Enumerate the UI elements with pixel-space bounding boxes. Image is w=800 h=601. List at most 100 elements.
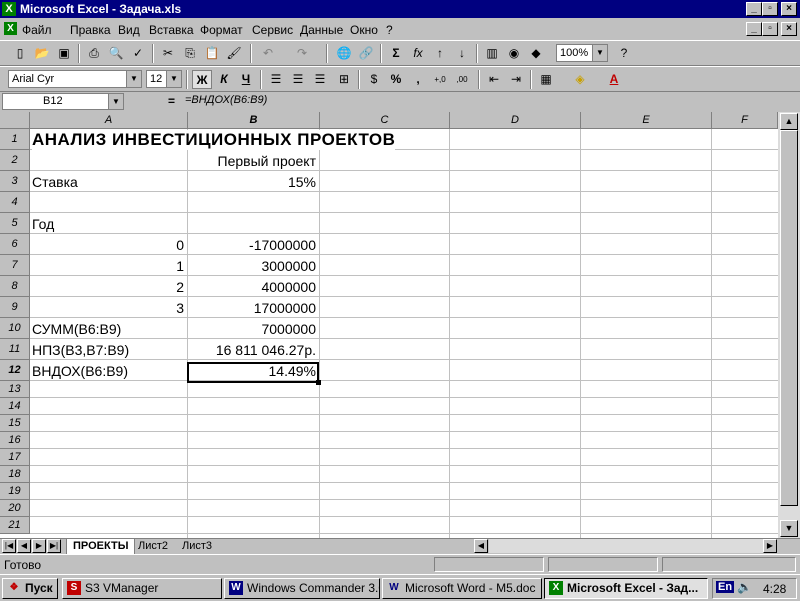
- name-box[interactable]: B12 ▼: [2, 93, 124, 110]
- cell-a7[interactable]: 1: [30, 256, 184, 276]
- column-header-a[interactable]: A: [30, 112, 188, 129]
- menu-view[interactable]: Вид: [118, 23, 140, 37]
- redo-icon[interactable]: ↷: [292, 44, 312, 63]
- cell-a8[interactable]: 2: [30, 277, 184, 297]
- align-left-icon[interactable]: ☰: [266, 70, 286, 89]
- row-header-5[interactable]: 5: [0, 213, 30, 234]
- percent-button[interactable]: %: [386, 70, 406, 89]
- cell-b6[interactable]: -17000000: [188, 235, 316, 255]
- sort-ascending-icon[interactable]: ↑: [430, 44, 450, 63]
- row-header-18[interactable]: 18: [0, 466, 30, 483]
- increase-indent-icon[interactable]: ⇥: [506, 70, 526, 89]
- increase-decimal-button[interactable]: +,0: [430, 70, 450, 89]
- chevron-down-icon[interactable]: ▼: [108, 94, 123, 109]
- cell-a5[interactable]: Год: [32, 214, 54, 234]
- cell-b10[interactable]: 7000000: [188, 319, 316, 339]
- next-sheet-icon[interactable]: ▶: [32, 539, 46, 553]
- zoom-select[interactable]: 100% ▼: [556, 44, 608, 62]
- row-header-6[interactable]: 6: [0, 234, 30, 255]
- last-sheet-icon[interactable]: ▶|: [47, 539, 61, 553]
- menu-format[interactable]: Формат: [200, 23, 243, 37]
- cell-b7[interactable]: 3000000: [188, 256, 316, 276]
- underline-button[interactable]: Ч: [236, 70, 256, 89]
- select-all-corner[interactable]: [0, 112, 30, 129]
- cell-b9[interactable]: 17000000: [188, 298, 316, 318]
- worksheet-grid[interactable]: A B C D E F 1 2 3 4 5 6 7 8 9 10 11 12 1…: [0, 112, 778, 538]
- paste-icon[interactable]: 📋: [202, 44, 222, 63]
- cell-a6[interactable]: 0: [30, 235, 184, 255]
- scroll-left-icon[interactable]: ◀: [474, 539, 488, 553]
- row-header-19[interactable]: 19: [0, 483, 30, 500]
- menu-tools[interactable]: Сервис: [252, 23, 293, 37]
- fill-color-icon[interactable]: ◈: [570, 70, 590, 89]
- cell-b8[interactable]: 4000000: [188, 277, 316, 297]
- formula-input[interactable]: =ВНДОХ(B6:B9): [185, 94, 267, 106]
- chart-wizard-icon[interactable]: ▥: [482, 44, 502, 63]
- row-header-17[interactable]: 17: [0, 449, 30, 466]
- fill-handle[interactable]: [316, 380, 321, 385]
- row-header-2[interactable]: 2: [0, 150, 30, 171]
- menu-edit[interactable]: Правка: [70, 23, 111, 37]
- task-windows-commander[interactable]: W Windows Commander 3.0...: [224, 578, 380, 599]
- row-header-13[interactable]: 13: [0, 381, 30, 398]
- undo-icon[interactable]: ↶: [258, 44, 278, 63]
- sheet-tab-list3[interactable]: Лист3: [176, 539, 218, 554]
- row-header-16[interactable]: 16: [0, 432, 30, 449]
- print-icon[interactable]: ⎙: [84, 44, 104, 63]
- bold-button[interactable]: Ж: [192, 70, 212, 89]
- sort-descending-icon[interactable]: ↓: [452, 44, 472, 63]
- row-header-10[interactable]: 10: [0, 318, 30, 339]
- new-icon[interactable]: ▯: [10, 44, 30, 63]
- doc-close-button[interactable]: ×: [781, 22, 797, 36]
- column-header-d[interactable]: D: [450, 112, 581, 129]
- chevron-down-icon[interactable]: ▼: [166, 71, 181, 87]
- chevron-down-icon[interactable]: ▼: [126, 71, 141, 87]
- row-header-11[interactable]: 11: [0, 339, 30, 360]
- format-painter-icon[interactable]: 🖌: [224, 44, 244, 63]
- scroll-down-icon[interactable]: ▼: [780, 520, 798, 537]
- doc-restore-button[interactable]: ▫: [762, 22, 778, 36]
- first-sheet-icon[interactable]: |◀: [2, 539, 16, 553]
- maximize-button[interactable]: ▫: [762, 2, 778, 16]
- scroll-up-icon[interactable]: ▲: [780, 113, 798, 130]
- merge-center-icon[interactable]: ⊞: [334, 70, 354, 89]
- web-icon[interactable]: 🌐: [334, 44, 354, 63]
- equals-button[interactable]: =: [168, 94, 175, 108]
- italic-button[interactable]: К: [214, 70, 234, 89]
- row-header-15[interactable]: 15: [0, 415, 30, 432]
- task-microsoft-word[interactable]: W Microsoft Word - M5.doc: [382, 578, 542, 599]
- horizontal-scrollbar[interactable]: [489, 539, 763, 553]
- column-header-b[interactable]: B: [188, 112, 320, 129]
- decrease-indent-icon[interactable]: ⇤: [484, 70, 504, 89]
- cell-a1[interactable]: АНАЛИЗ ИНВЕСТИЦИОННЫХ ПРОЕКТОВ: [32, 130, 396, 150]
- sheet-tab-projects[interactable]: ПРОЕКТЫ: [66, 539, 136, 555]
- drawing-icon[interactable]: ◆: [526, 44, 546, 63]
- row-header-1[interactable]: 1: [0, 129, 30, 150]
- decrease-decimal-button[interactable]: ,00: [452, 70, 472, 89]
- scroll-right-icon[interactable]: ▶: [763, 539, 777, 553]
- menu-data[interactable]: Данные: [300, 23, 343, 37]
- borders-icon[interactable]: ▦: [536, 70, 556, 89]
- cut-icon[interactable]: ✂: [158, 44, 178, 63]
- doc-minimize-button[interactable]: _: [746, 22, 762, 36]
- align-center-icon[interactable]: ☰: [288, 70, 308, 89]
- excel-icon[interactable]: X: [2, 2, 16, 16]
- function-icon[interactable]: fx: [408, 44, 428, 63]
- cell-b2[interactable]: Первый проект: [188, 151, 316, 171]
- copy-icon[interactable]: ⎘: [180, 44, 200, 63]
- cell-a10[interactable]: СУММ(B6:B9): [32, 319, 121, 339]
- autosum-icon[interactable]: Σ: [386, 44, 406, 63]
- minimize-button[interactable]: _: [746, 2, 762, 16]
- cell-a12[interactable]: ВНДОХ(B6:B9): [32, 361, 128, 381]
- currency-icon[interactable]: $: [364, 70, 384, 89]
- row-header-7[interactable]: 7: [0, 255, 30, 276]
- open-icon[interactable]: 📂: [32, 44, 52, 63]
- cell-a11[interactable]: НПЗ(B3,B7:B9): [32, 340, 129, 360]
- spelling-icon[interactable]: ✓: [128, 44, 148, 63]
- row-header-4[interactable]: 4: [0, 192, 30, 213]
- comma-button[interactable]: ,: [408, 70, 428, 89]
- workbook-icon[interactable]: X: [4, 22, 17, 35]
- map-icon[interactable]: ◉: [504, 44, 524, 63]
- save-icon[interactable]: ▣: [54, 44, 74, 63]
- cell-a3[interactable]: Ставка: [32, 172, 78, 192]
